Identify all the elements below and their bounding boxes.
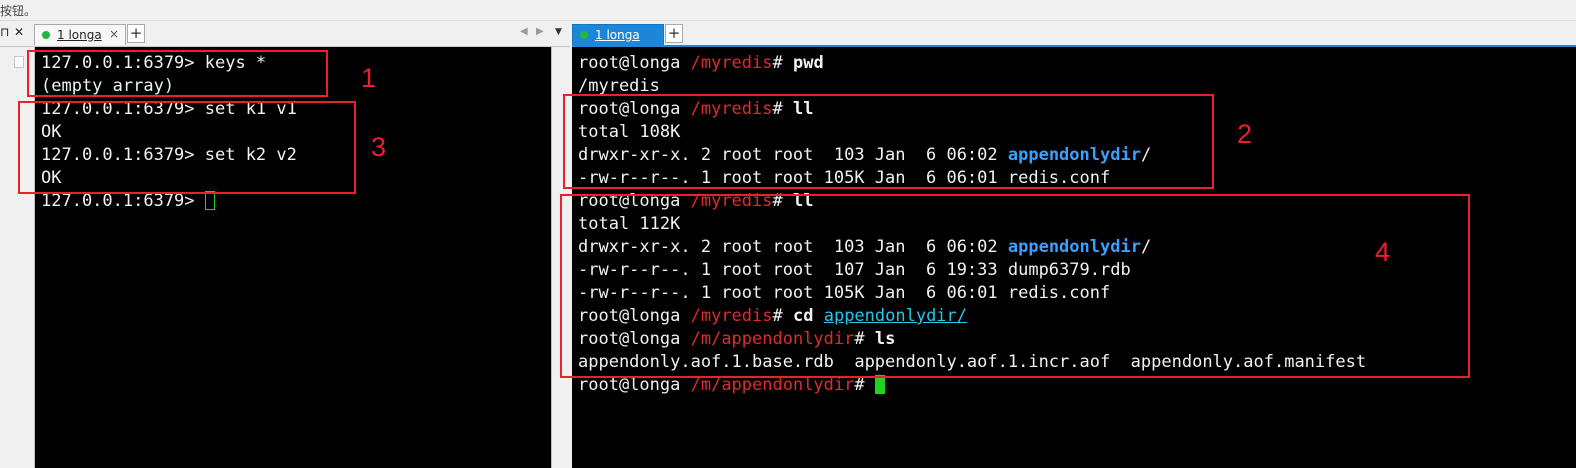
add-tab-button[interactable]: + (665, 24, 683, 43)
close-pane-icon[interactable]: ✕ (14, 25, 24, 39)
tab-list-dropdown-icon[interactable]: ▼ (555, 27, 562, 37)
top-strip: 按钮。 (0, 0, 1576, 21)
annotation-number-3: 3 (371, 132, 387, 162)
prompt-path: /myredis (690, 53, 773, 73)
prompt-user: root@longa (578, 53, 681, 73)
annotation-number-1: 1 (361, 63, 377, 93)
annotation-number-2: 2 (1237, 119, 1253, 149)
tab-label: 1 longa (595, 28, 640, 42)
pin-icon[interactable]: ⊓ (0, 25, 9, 39)
terminal-line: root@longa /myredis# pwd (578, 53, 824, 73)
tab-label: 1 longa (57, 28, 102, 42)
connected-status-icon (42, 31, 50, 39)
prompt-user: root@longa (578, 375, 681, 395)
right-tabbar: 1 longa + (572, 22, 1576, 46)
tab-scroll-left-icon[interactable]: ◀ (520, 26, 528, 37)
tab-left-longa[interactable]: 1 longa × (34, 24, 126, 45)
command: pwd (792, 53, 824, 73)
annotation-number-4: 4 (1375, 237, 1391, 267)
tab-close-icon[interactable]: × (109, 27, 119, 41)
add-tab-button[interactable]: + (127, 24, 145, 43)
tab-scroll-right-icon[interactable]: ▶ (536, 26, 544, 37)
tab-right-longa[interactable]: 1 longa (572, 24, 664, 45)
hint-text: 按钮。 (0, 4, 37, 18)
gutter-marker-icon (14, 56, 24, 68)
prompt-path: /m/appendonlydir (690, 375, 855, 395)
annotation-box-1 (27, 50, 328, 97)
prompt-text: 127.0.0.1:6379> (41, 191, 205, 211)
annotation-box-4 (560, 194, 1470, 378)
annotation-box-2 (563, 94, 1214, 189)
annotation-box-3 (18, 101, 356, 194)
connected-status-icon (580, 31, 588, 39)
left-tabbar: ⊓ ✕ 1 longa × + ◀ ▶ ▼ (0, 22, 570, 47)
